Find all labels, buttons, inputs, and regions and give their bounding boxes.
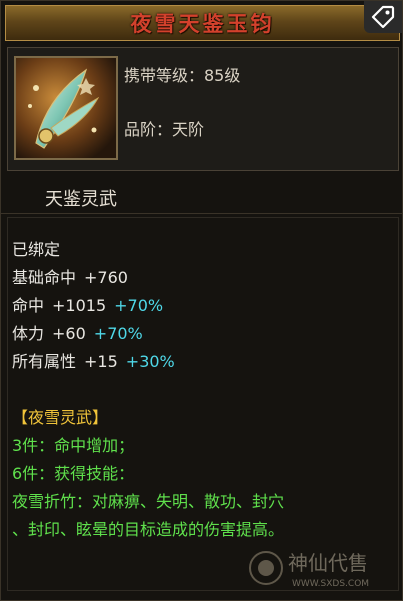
set-name: 【夜雪灵武】 xyxy=(12,408,109,427)
set-bonus-6: 6件：获得技能： xyxy=(12,464,135,483)
item-info-block: 携带等级：85级 品阶：天阶 xyxy=(7,47,399,171)
item-title: 夜雪天鉴玉钧 xyxy=(130,11,275,36)
stats-block: 已绑定 基础命中 +760 命中 +1015 +70% 体力 +60 +70% 所有属性 +… xyxy=(7,217,399,591)
set-bonus-3: 3件：命中增加； xyxy=(12,436,135,455)
item-tooltip-panel: 夜雪天鉴玉钧 携带等级：85级 品阶：天阶 天鉴灵武 已绑定 基础命中 +760… xyxy=(0,0,403,601)
watermark-text-cn: 神仙代售 xyxy=(288,551,368,575)
stat-label: 基础命中 xyxy=(12,268,77,287)
set-skill-line-1: 夜雪折竹：对麻痹、失明、散功、封穴 xyxy=(12,492,285,511)
stat-label: 命中 xyxy=(12,296,45,315)
item-type-name: 天鉴灵武 xyxy=(45,189,117,210)
stat-hit: 命中 +1015 +70% xyxy=(12,292,163,316)
stat-stamina: 体力 +60 +70% xyxy=(12,320,143,344)
stat-value: +1015 xyxy=(52,296,107,315)
stat-bonus: +70% xyxy=(93,324,143,343)
stat-all-attributes: 所有属性 +15 +30% xyxy=(12,348,175,372)
stat-value: +60 xyxy=(52,324,86,343)
item-type-row: 天鉴灵武 xyxy=(1,179,403,214)
stat-value: +760 xyxy=(84,268,128,287)
watermark-logo-icon: 神仙代售 WWW.SXDS.COM xyxy=(244,544,394,590)
tag-icon[interactable] xyxy=(364,1,402,33)
carry-level-label: 携带等级：85级 xyxy=(124,66,241,85)
stat-value: +15 xyxy=(84,352,118,371)
watermark-text-en: WWW.SXDS.COM xyxy=(292,579,369,589)
stat-base-hit: 基础命中 +760 xyxy=(12,264,128,288)
set-skill-line-2: 、封印、眩晕的目标造成的伤害提高。 xyxy=(12,520,285,539)
item-weapon-icon[interactable] xyxy=(14,56,118,160)
stat-label: 体力 xyxy=(12,324,45,343)
title-bar: 夜雪天鉴玉钧 xyxy=(5,5,400,41)
bound-status: 已绑定 xyxy=(12,240,61,259)
stat-bonus: +30% xyxy=(125,352,175,371)
stat-label: 所有属性 xyxy=(12,352,77,371)
stat-bonus: +70% xyxy=(114,296,164,315)
grade-label: 品阶：天阶 xyxy=(124,120,205,139)
